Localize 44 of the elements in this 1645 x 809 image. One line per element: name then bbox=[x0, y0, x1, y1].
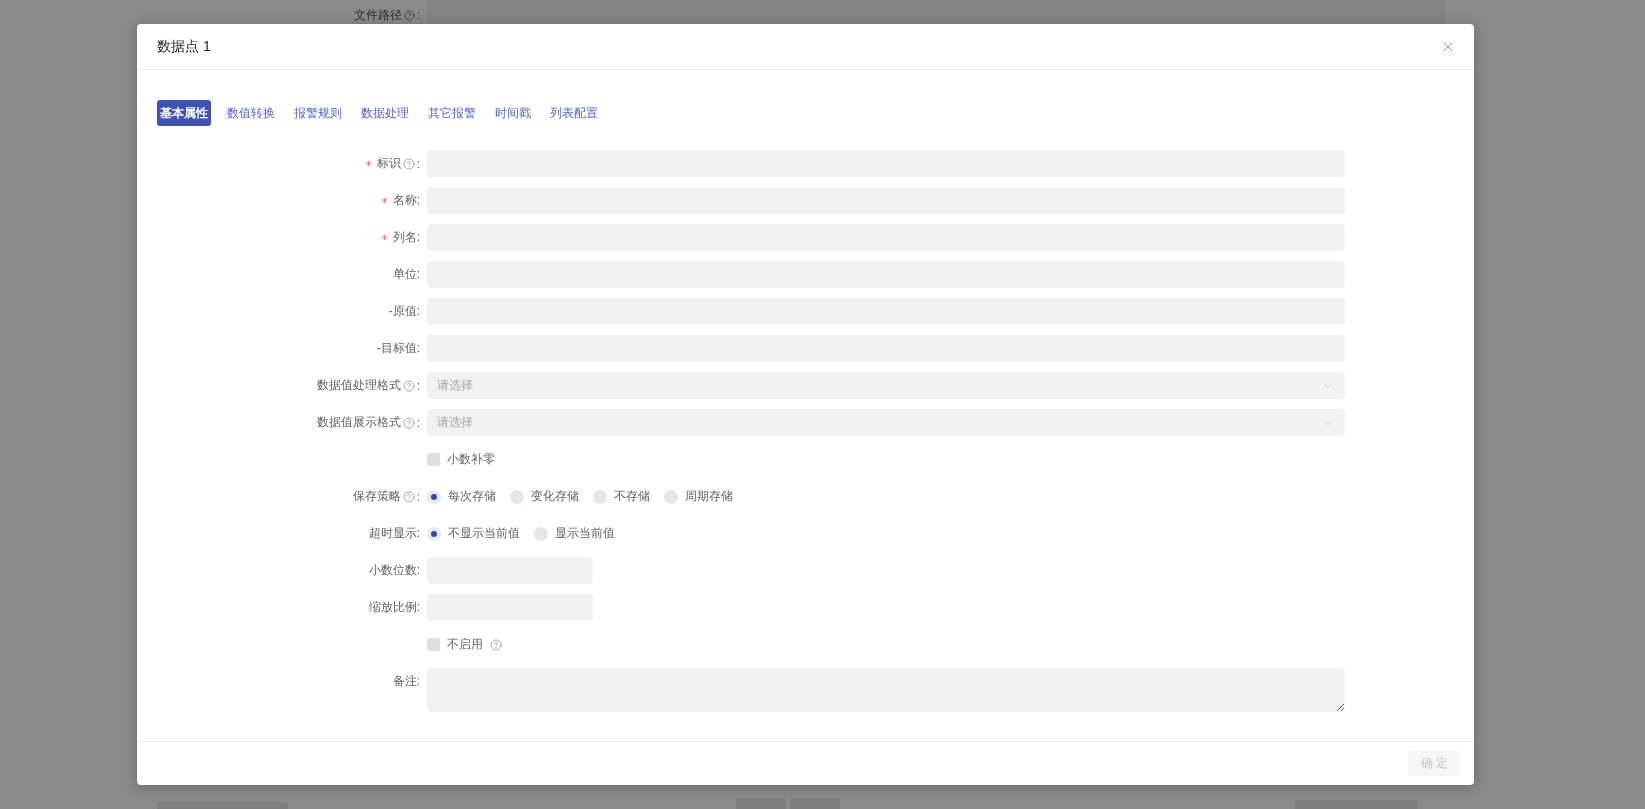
label-colon: : bbox=[416, 378, 420, 393]
label-colon: : bbox=[416, 489, 420, 504]
tab[interactable]: 基本属性 bbox=[157, 100, 211, 126]
tab[interactable]: 时间戳 bbox=[492, 100, 534, 126]
field-label: 数据值展示格式 bbox=[316, 414, 401, 431]
checkbox-label[interactable]: 不启用 bbox=[447, 636, 483, 653]
tab[interactable]: 其它报警 bbox=[425, 100, 479, 126]
field-label: 小数位数: bbox=[368, 562, 420, 579]
radio-label[interactable]: 显示当前值 bbox=[555, 525, 615, 542]
field-label: 超时显示: bbox=[368, 525, 420, 542]
field-label: -目标值: bbox=[376, 340, 420, 357]
tab[interactable]: 列表配置 bbox=[547, 100, 601, 126]
radio-button[interactable] bbox=[510, 489, 524, 504]
radio-label[interactable]: 每次存储 bbox=[448, 488, 496, 505]
checkbox[interactable] bbox=[427, 638, 440, 651]
field-label: 保存策略 bbox=[352, 488, 401, 505]
radio-label[interactable]: 不存储 bbox=[614, 488, 650, 505]
radio-label[interactable]: 不显示当前值 bbox=[448, 525, 520, 542]
field-label: 缩放比例: bbox=[368, 599, 420, 616]
label-colon: : bbox=[416, 415, 420, 430]
checkbox[interactable] bbox=[427, 453, 440, 466]
radio-button[interactable] bbox=[593, 489, 607, 504]
radio-button[interactable] bbox=[534, 526, 548, 541]
checkbox-label[interactable]: 小数补零 bbox=[447, 451, 495, 468]
field-label: -原值: bbox=[388, 303, 420, 320]
dialog-title: 数据点 1 bbox=[157, 37, 211, 56]
label-colon: : bbox=[416, 156, 420, 171]
field-label: 文件路径 bbox=[353, 7, 402, 23]
field-label: 备注: bbox=[392, 673, 420, 690]
field-label: 名称: bbox=[392, 192, 420, 209]
radio-button[interactable] bbox=[427, 489, 441, 504]
textarea-field[interactable] bbox=[427, 668, 1345, 712]
radio-label[interactable]: 周期存储 bbox=[685, 488, 733, 505]
field-label: 标识 bbox=[376, 155, 401, 172]
label-colon: : bbox=[416, 7, 420, 23]
tab[interactable]: 报警规则 bbox=[291, 100, 345, 126]
field-label: 单位: bbox=[392, 266, 420, 283]
radio-button[interactable] bbox=[427, 526, 441, 541]
radio-button[interactable] bbox=[664, 489, 678, 504]
tab[interactable]: 数据处理 bbox=[358, 100, 412, 126]
tab[interactable]: 数值转换 bbox=[224, 100, 278, 126]
field-label: 数据值处理格式 bbox=[316, 377, 401, 394]
radio-label[interactable]: 变化存储 bbox=[531, 488, 579, 505]
field-label: 列名: bbox=[392, 229, 420, 246]
